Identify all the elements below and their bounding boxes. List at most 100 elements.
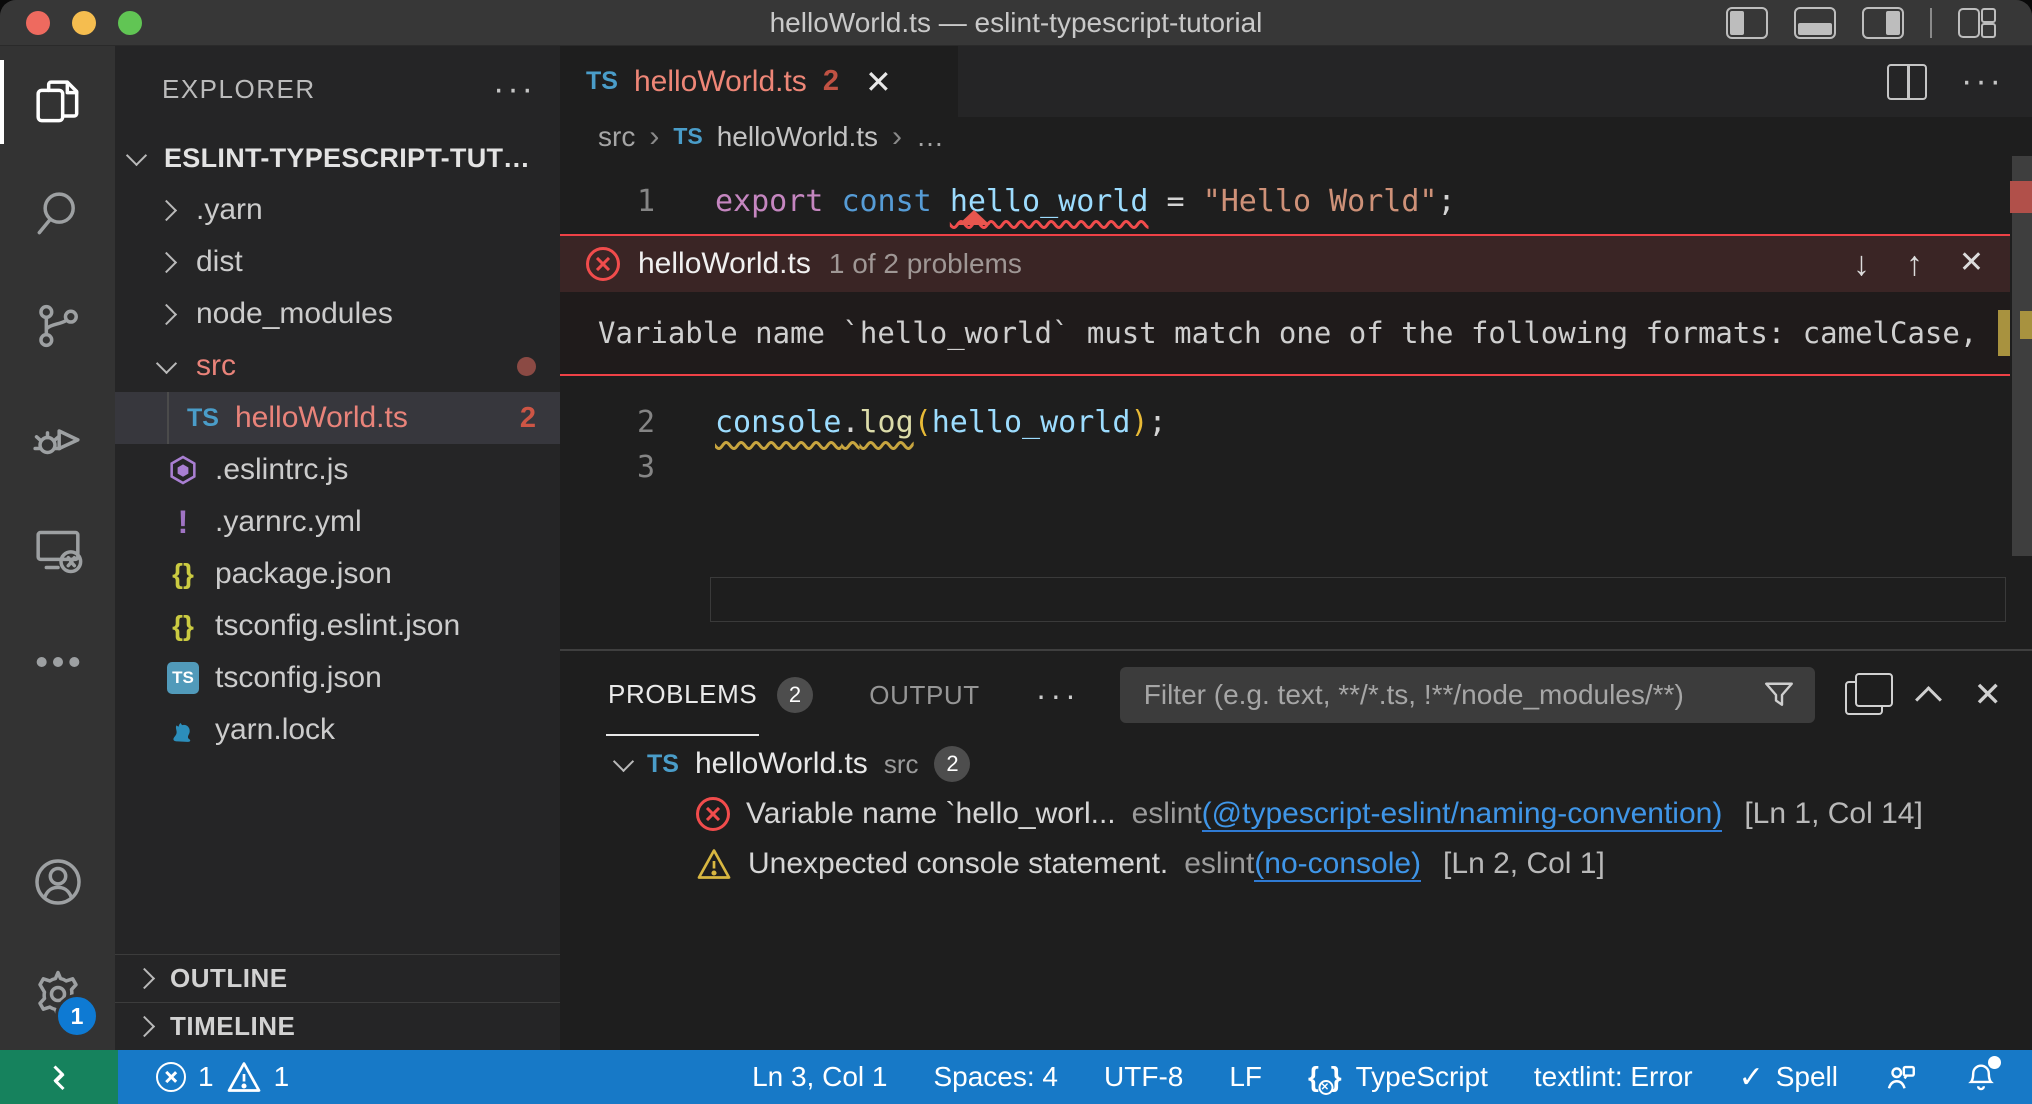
error-icon [696, 797, 730, 831]
problem-message: Unexpected console statement. [748, 847, 1168, 881]
status-item-spaces-4[interactable]: Spaces: 4 [933, 1061, 1058, 1093]
problem-row-error[interactable]: Variable name `hello_worl... eslint(@typ… [560, 789, 2032, 839]
tree-file-helloworld-ts[interactable]: TShelloWorld.ts2 [115, 392, 560, 444]
status-item-bell-dot[interactable] [1964, 1060, 1998, 1094]
filter-icon[interactable] [1761, 677, 1797, 713]
tab-output[interactable]: OUTPUT [867, 651, 981, 739]
tree-file-tsconfig-eslint-json[interactable]: {}tsconfig.eslint.json [115, 600, 560, 652]
chevron-right-icon [156, 303, 177, 324]
remote-icon [41, 1059, 77, 1095]
code-editor[interactable]: 1export const hello_world = "Hello World… [560, 156, 2032, 649]
breadcrumb-file[interactable]: helloWorld.ts [717, 121, 878, 153]
folder-label: src [196, 349, 236, 383]
tab-close-icon[interactable]: ✕ [865, 63, 892, 101]
tree-folder-dist[interactable]: dist [115, 236, 560, 288]
problems-tab-label: PROBLEMS [606, 655, 759, 736]
error-icon [586, 247, 620, 281]
toggle-sidebar-left-icon[interactable] [1726, 7, 1768, 39]
toggle-sidebar-right-icon[interactable] [1862, 7, 1904, 39]
code-line-1[interactable]: 1export const hello_world = "Hello World… [560, 179, 2032, 224]
activitybar-settings-icon[interactable]: 1 [0, 938, 115, 1050]
code-line-3[interactable]: 3 [560, 445, 2032, 490]
scrollbar-slider[interactable] [2012, 156, 2032, 556]
status-item-feedback[interactable] [1884, 1060, 1918, 1094]
previous-problem-icon[interactable]: ↑ [1906, 245, 1923, 284]
maximize-panel-icon[interactable] [1915, 686, 1942, 713]
tree-root-folder[interactable]: ESLINT-TYPESCRIPT-TUTO... [115, 132, 560, 184]
file-label: tsconfig.json [215, 661, 382, 695]
toggle-panel-icon[interactable] [1794, 7, 1836, 39]
activitybar-more-icon[interactable] [0, 606, 115, 718]
explorer-header: EXPLORER ··· [115, 46, 560, 132]
breadcrumb-symbol[interactable]: … [916, 121, 944, 153]
overview-ruler[interactable] [2010, 156, 2032, 649]
problem-row-warning[interactable]: Unexpected console statement. eslint(no-… [560, 839, 2032, 889]
yaml-icon: ! [178, 504, 189, 541]
chevron-down-icon [156, 352, 177, 373]
status-item-typescript[interactable]: { }✕TypeScript [1308, 1061, 1488, 1093]
section-outline[interactable]: OUTLINE [115, 954, 560, 1002]
activitybar-run-and-debug-icon[interactable] [0, 382, 115, 494]
customize-layout-icon[interactable] [1958, 8, 2002, 38]
peek-body[interactable]: Variable name `hello_world` must match o… [560, 292, 2010, 374]
panel-more-tabs-icon[interactable]: ··· [1036, 677, 1080, 714]
file-path: src [884, 749, 919, 780]
status-problems[interactable]: 1 1 [156, 1059, 289, 1095]
close-peek-icon[interactable]: ✕ [1959, 245, 1984, 284]
close-panel-icon[interactable]: ✕ [1974, 675, 2003, 715]
status-item-spell[interactable]: ✓Spell [1739, 1060, 1838, 1095]
tree-folder-node-modules[interactable]: node_modules [115, 288, 560, 340]
tree-file-yarn-lock[interactable]: yarn.lock [115, 704, 560, 756]
editor-more-actions-icon[interactable]: ··· [1961, 62, 2004, 101]
close-window-button[interactable] [26, 11, 50, 35]
tree-file--yarnrc-yml[interactable]: !.yarnrc.yml [115, 496, 560, 548]
problem-message: Variable name `hello_worl... [746, 797, 1116, 831]
status-item-utf-8[interactable]: UTF-8 [1104, 1061, 1183, 1093]
rule-link[interactable]: (no-console) [1254, 847, 1421, 882]
tab-problems[interactable]: PROBLEMS 2 [606, 651, 813, 739]
code-line-2[interactable]: 2console.log(hello_world); [560, 400, 2032, 445]
status-item-textlint-error[interactable]: textlint: Error [1534, 1061, 1693, 1093]
group-by-icon[interactable] [1845, 681, 1883, 715]
activitybar-explorer-icon[interactable] [0, 46, 115, 158]
breadcrumb-separator: › [649, 120, 659, 154]
peek-file-name: helloWorld.ts [638, 247, 811, 281]
settings-badge: 1 [55, 994, 99, 1038]
warning-count: 1 [274, 1061, 290, 1093]
explorer-sidebar: EXPLORER ··· ESLINT-TYPESCRIPT-TUTO... .y… [115, 46, 560, 1050]
tree-folder--yarn[interactable]: .yarn [115, 184, 560, 236]
status-item-lf[interactable]: LF [1229, 1061, 1262, 1093]
tree-file-package-json[interactable]: {}package.json [115, 548, 560, 600]
tree-folder-src[interactable]: src [115, 340, 560, 392]
explorer-more-actions-icon[interactable]: ··· [493, 70, 536, 109]
peek-message: Variable name `hello_world` must match o… [560, 316, 1977, 350]
next-problem-icon[interactable]: ↓ [1853, 245, 1870, 284]
breadcrumb-folder[interactable]: src [598, 121, 635, 153]
remote-indicator[interactable] [0, 1050, 118, 1104]
minimize-window-button[interactable] [72, 11, 96, 35]
split-editor-icon[interactable] [1887, 64, 1927, 100]
tab-helloworld[interactable]: TS helloWorld.ts 2 ✕ [560, 46, 958, 117]
problems-filter [1120, 667, 1815, 723]
peek-header: helloWorld.ts 1 of 2 problems ↓ ↑ ✕ [560, 236, 2010, 292]
activitybar-search-icon[interactable] [0, 158, 115, 270]
indent-guide [167, 392, 169, 444]
main-area: 1 EXPLORER ··· ESLINT-TYPESCRIPT-TUTO...… [0, 46, 2032, 1050]
rule-link[interactable]: (@typescript-eslint/naming-convention) [1202, 797, 1723, 832]
problems-file-row[interactable]: TS helloWorld.ts src 2 [560, 739, 2032, 789]
warning-overview-mark [2020, 311, 2032, 339]
activitybar-accounts-icon[interactable] [0, 826, 115, 938]
chevron-right-icon [156, 251, 177, 272]
tree-file--eslintrc-js[interactable]: .eslintrc.js [115, 444, 560, 496]
status-item-label: Spell [1776, 1061, 1838, 1093]
layout-controls [1726, 7, 2002, 39]
maximize-window-button[interactable] [118, 11, 142, 35]
tree-file-tsconfig-json[interactable]: TStsconfig.json [115, 652, 560, 704]
file-problem-count-badge: 2 [934, 746, 970, 782]
section-timeline[interactable]: TIMELINE [115, 1002, 560, 1050]
filter-input[interactable] [1142, 678, 1761, 712]
folder-label: .yarn [196, 193, 263, 227]
status-item-ln-3-col-1[interactable]: Ln 3, Col 1 [752, 1061, 887, 1093]
activitybar-remote-explorer-icon[interactable] [0, 494, 115, 606]
activitybar-source-control-icon[interactable] [0, 270, 115, 382]
